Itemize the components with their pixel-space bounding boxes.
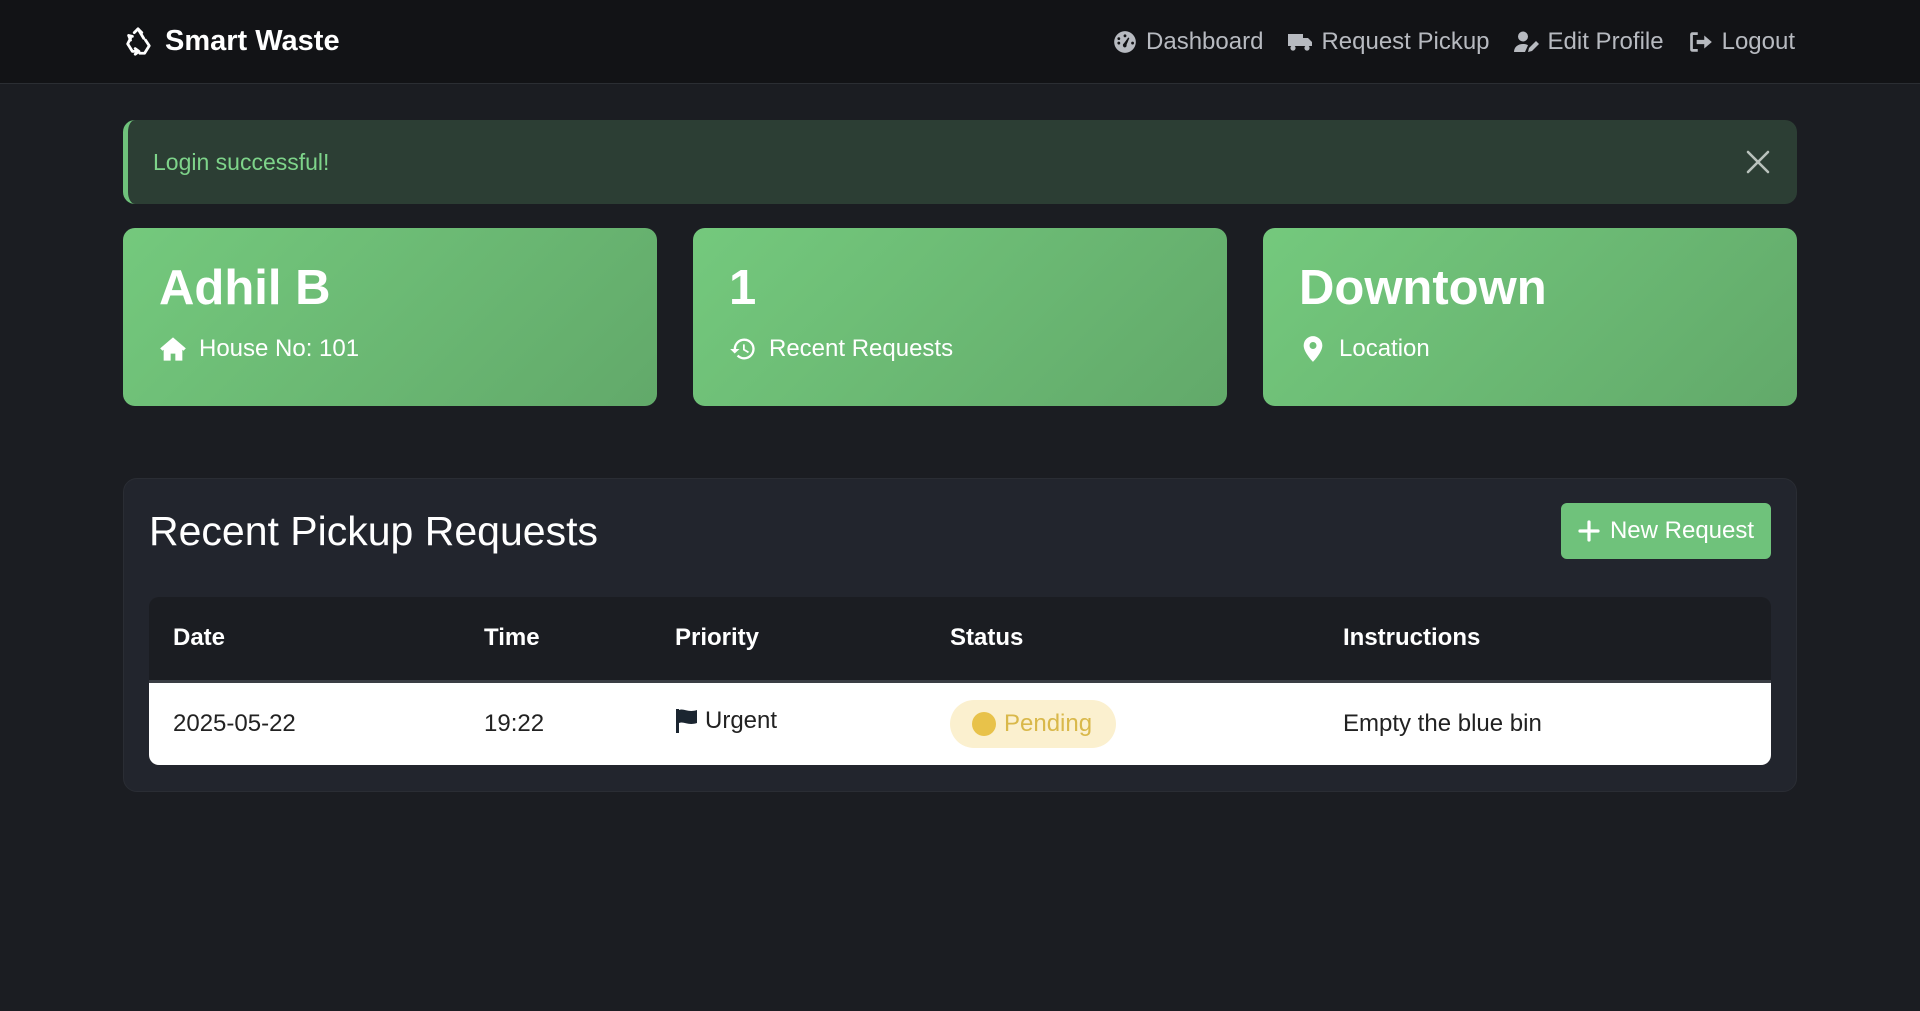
card-requests-count: 1: [729, 261, 757, 315]
cell-instructions: Empty the blue bin: [1343, 709, 1542, 737]
status-badge: Pending: [950, 699, 1117, 748]
card-location-label-row: Location: [1299, 335, 1761, 363]
cell-priority: Urgent: [651, 681, 926, 765]
card-location-label: Location: [1339, 335, 1430, 362]
user-edit-icon: [1513, 31, 1539, 52]
nav-logout[interactable]: Logout: [1688, 28, 1795, 56]
nav-edit-profile-label: Edit Profile: [1547, 27, 1664, 55]
plus-icon: [1578, 520, 1600, 542]
card-resident-label-row: House No: 101: [159, 335, 621, 363]
header-instructions: Instructions: [1343, 624, 1481, 652]
map-pin-icon: [1303, 336, 1323, 362]
cell-time: 19:22: [484, 709, 545, 737]
card-requests-label-row: Recent Requests: [729, 335, 1191, 363]
nav-logout-label: Logout: [1721, 27, 1795, 55]
new-request-label: New Request: [1609, 517, 1755, 544]
house-icon: [160, 337, 186, 361]
header-date: Date: [173, 624, 226, 652]
recycle-icon: [126, 26, 151, 56]
card-requests-label: Recent Requests: [769, 335, 954, 362]
header-time: Time: [484, 624, 540, 652]
panel-title: Recent Pickup Requests: [149, 507, 598, 554]
priority-text: Urgent: [705, 706, 778, 734]
dashboard-gauge-icon: [1114, 30, 1136, 53]
history-icon: [730, 338, 755, 360]
panel-header: Recent Pickup Requests New Request: [149, 503, 1771, 559]
card-requests: 1 Recent Requests: [693, 228, 1227, 406]
cell-date: 2025-05-22: [173, 709, 296, 737]
alert-close-button[interactable]: [1743, 147, 1773, 177]
nav-links: Dashboard Request Pickup Edit Profile Lo…: [1112, 28, 1795, 56]
header-status: Status: [950, 624, 1024, 652]
card-location-value: Downtown: [1299, 261, 1547, 315]
requests-table: Date Time Priority Status Instructions 2…: [149, 597, 1771, 765]
success-alert: Login successful!: [123, 120, 1797, 204]
priority-flag: Urgent: [675, 707, 777, 735]
summary-cards: Adhil B House No: 101 1 Recent Requests …: [123, 228, 1797, 406]
cell-status: Pending: [926, 681, 1319, 765]
nav-dashboard[interactable]: Dashboard: [1112, 28, 1263, 56]
nav-request-pickup-label: Request Pickup: [1321, 27, 1490, 55]
card-resident-name: Adhil B: [159, 261, 331, 315]
nav-request-pickup[interactable]: Request Pickup: [1287, 27, 1490, 56]
brand-name: Smart Waste: [165, 25, 340, 57]
card-resident: Adhil B House No: 101: [123, 228, 657, 406]
status-dot-icon: [972, 711, 996, 736]
brand[interactable]: Smart Waste: [123, 25, 340, 58]
logout-icon: [1689, 31, 1712, 52]
requests-table-wrap: Date Time Priority Status Instructions 2…: [149, 597, 1771, 765]
recent-requests-panel: Recent Pickup Requests New Request Date …: [123, 478, 1797, 792]
nav-dashboard-label: Dashboard: [1146, 27, 1264, 55]
card-resident-label: House No: 101: [199, 335, 360, 362]
header-priority: Priority: [675, 624, 760, 652]
close-icon: [1746, 150, 1770, 174]
top-navbar: Smart Waste Dashboard Request Pickup Edi…: [0, 0, 1920, 84]
truck-icon: [1288, 33, 1313, 51]
new-request-button[interactable]: New Request: [1561, 503, 1771, 559]
table-row[interactable]: 2025-05-22 19:22 Urgent Pending Empty th…: [149, 681, 1771, 765]
status-text: Pending: [1004, 709, 1093, 737]
card-location: Downtown Location: [1263, 228, 1797, 406]
nav-edit-profile[interactable]: Edit Profile: [1513, 27, 1664, 56]
flag-icon: [676, 708, 697, 733]
alert-message: Login successful!: [153, 148, 330, 175]
table-header-row: Date Time Priority Status Instructions: [149, 597, 1771, 681]
